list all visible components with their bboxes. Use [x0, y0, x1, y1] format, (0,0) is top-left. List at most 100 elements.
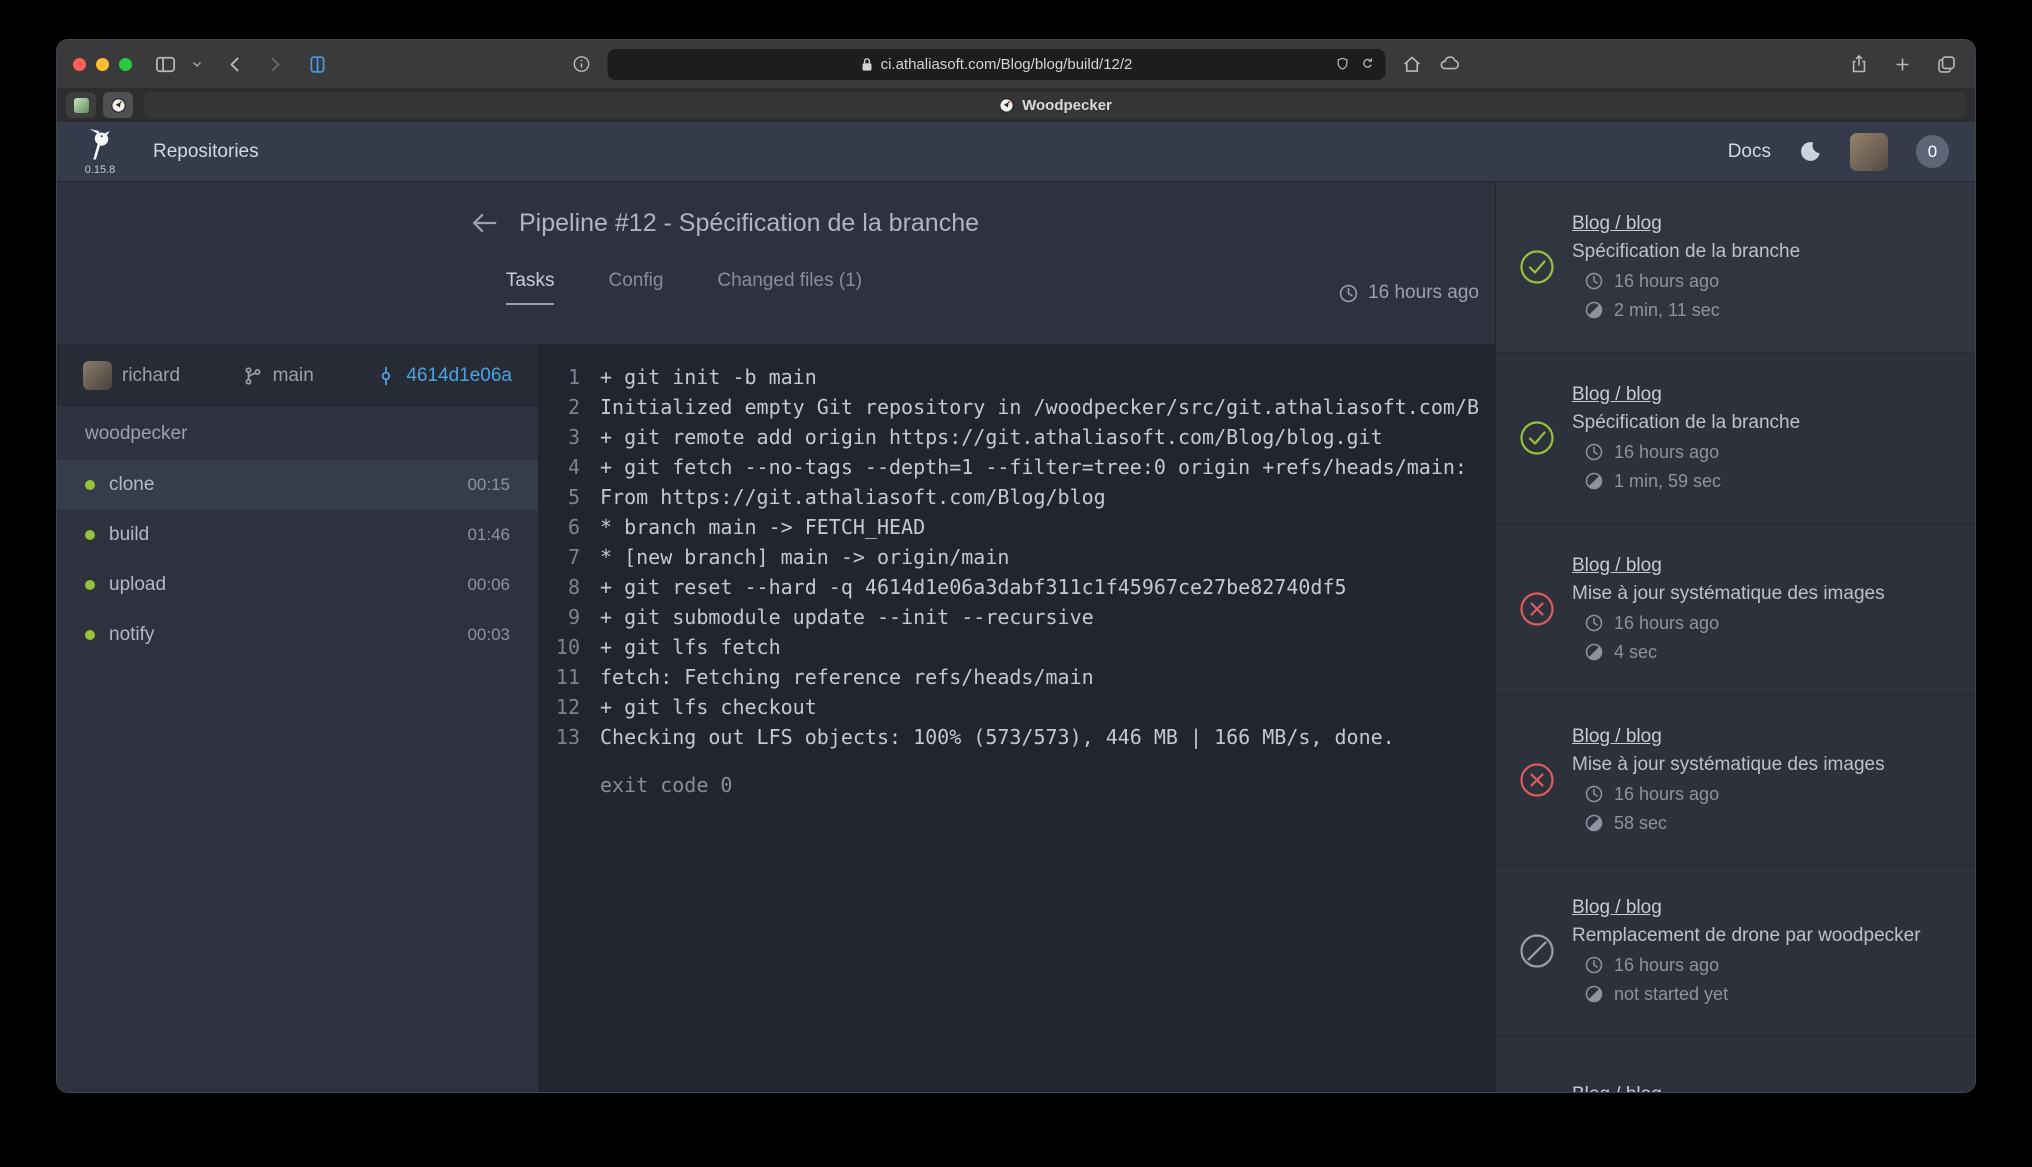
step-duration: 00:15: [467, 475, 510, 495]
pipeline-step[interactable]: clone 00:15: [57, 460, 538, 510]
build-list-item[interactable]: Blog / blog Remplacement de drone par wo…: [1496, 866, 1975, 1037]
pinned-tab-1[interactable]: [66, 92, 96, 118]
build-list-item[interactable]: Blog / blog: [1496, 1037, 1975, 1092]
commit-icon: [376, 366, 396, 386]
reload-icon[interactable]: [1360, 56, 1376, 72]
build-duration-row: 4 sec: [1584, 640, 1953, 664]
commit-link[interactable]: 4614d1e06a: [376, 365, 512, 387]
user-avatar[interactable]: [1850, 133, 1888, 171]
log-line-number: 5: [538, 482, 580, 512]
forward-icon[interactable]: [264, 54, 285, 75]
privacy-shield-icon[interactable]: [1335, 56, 1351, 72]
close-window-button[interactable]: [73, 58, 86, 71]
nav-repositories-link[interactable]: Repositories: [153, 141, 259, 163]
build-message: Remplacement de drone par woodpecker: [1572, 924, 1953, 948]
log-line-number: 7: [538, 542, 580, 572]
address-bar[interactable]: ci.athaliasoft.com/Blog/blog/build/12/2: [608, 49, 1386, 80]
dark-mode-toggle-icon[interactable]: [1799, 140, 1822, 163]
step-duration: 00:06: [467, 575, 510, 595]
share-icon[interactable]: [1849, 53, 1869, 75]
build-repo-link[interactable]: Blog / blog: [1572, 383, 1662, 407]
pipeline-tab[interactable]: Changed files (1): [717, 270, 862, 305]
build-repo-link[interactable]: Blog / blog: [1572, 725, 1662, 749]
pipeline-step[interactable]: notify 00:03: [57, 610, 538, 660]
log-line-number: 12: [538, 692, 580, 722]
author-name: richard: [122, 365, 180, 387]
build-list-item[interactable]: Blog / blog Spécification de la branche …: [1496, 182, 1975, 353]
clock-icon: [1338, 283, 1359, 304]
build-status-icon: [1518, 761, 1556, 799]
log-line: 13 Checking out LFS objects: 100% (573/5…: [538, 722, 1495, 752]
log-line-number: 9: [538, 602, 580, 632]
info-icon[interactable]: [572, 54, 592, 74]
pipeline-step[interactable]: build 01:46: [57, 510, 538, 560]
sidebar-toggle-icon[interactable]: [154, 53, 177, 76]
branch-name: main: [273, 365, 314, 387]
pipeline-tab[interactable]: Tasks: [506, 270, 555, 305]
pipeline-main: Pipeline #12 - Spécification de la branc…: [57, 182, 1495, 1092]
tab-bar: Woodpecker: [57, 88, 1975, 122]
build-list-item[interactable]: Blog / blog Spécification de la branche …: [1496, 353, 1975, 524]
minimize-window-button[interactable]: [96, 58, 109, 71]
woodpecker-logo[interactable]: 0.15.8: [83, 128, 117, 176]
new-tab-icon[interactable]: [1893, 55, 1912, 74]
home-icon[interactable]: [1402, 54, 1423, 75]
build-status-icon: [1518, 590, 1556, 628]
log-line-text: From https://git.athaliasoft.com/Blog/bl…: [580, 482, 1106, 512]
log-panel[interactable]: 1 + git init -b main 2 Initialized empty…: [538, 344, 1495, 1092]
chevron-down-icon[interactable]: [191, 58, 203, 70]
counter-badge[interactable]: 0: [1916, 135, 1949, 168]
log-line: 4 + git fetch --no-tags --depth=1 --filt…: [538, 452, 1495, 482]
build-repo-link[interactable]: Blog / blog: [1572, 896, 1662, 920]
log-line-number: 4: [538, 452, 580, 482]
woodpecker-favicon: [110, 97, 127, 114]
nav-docs-link[interactable]: Docs: [1728, 141, 1771, 163]
pipeline-title: Pipeline #12 - Spécification de la branc…: [519, 209, 979, 238]
build-duration: 4 sec: [1614, 640, 1657, 664]
commit-author: richard: [83, 361, 180, 390]
pinned-tab-2[interactable]: [103, 92, 133, 118]
build-time: 16 hours ago: [1614, 782, 1719, 806]
finished-time-text: 16 hours ago: [1368, 282, 1479, 304]
build-message: Mise à jour systématique des images: [1572, 582, 1953, 606]
pipeline-tabs: Tasks Config Changed files (1): [56, 270, 1403, 305]
step-success-dot: [85, 530, 95, 540]
log-line: 12 + git lfs checkout: [538, 692, 1495, 722]
woodpecker-favicon: [998, 97, 1015, 114]
build-repo-link[interactable]: Blog / blog: [1572, 554, 1662, 578]
log-line: 10 + git lfs fetch: [538, 632, 1495, 662]
builds-sidebar[interactable]: Blog / blog Spécification de la branche …: [1495, 182, 1975, 1092]
build-repo-link[interactable]: Blog / blog: [1572, 1083, 1662, 1092]
start-page-icon[interactable]: [307, 53, 328, 76]
build-list-item[interactable]: Blog / blog Mise à jour systématique des…: [1496, 695, 1975, 866]
build-list-item[interactable]: Blog / blog Mise à jour systématique des…: [1496, 524, 1975, 695]
clock-icon: [1584, 442, 1604, 462]
build-message: Mise à jour systématique des images: [1572, 753, 1953, 777]
build-time: 16 hours ago: [1614, 953, 1719, 977]
back-icon[interactable]: [225, 54, 246, 75]
back-button[interactable]: [469, 208, 499, 238]
build-repo-link[interactable]: Blog / blog: [1572, 212, 1662, 236]
build-status-icon: [1518, 248, 1556, 286]
commit-meta-row: richard main 4614d1e06a: [57, 344, 538, 408]
log-line-text: + git lfs fetch: [580, 632, 781, 662]
window-controls: [73, 58, 132, 71]
author-avatar: [83, 361, 112, 390]
branch-icon: [243, 366, 263, 386]
log-line: 6 * branch main -> FETCH_HEAD: [538, 512, 1495, 542]
step-duration: 01:46: [467, 525, 510, 545]
build-duration: 1 min, 59 sec: [1614, 469, 1721, 493]
step-name: clone: [109, 474, 453, 496]
active-tab[interactable]: Woodpecker: [144, 92, 1966, 119]
cloud-tabs-icon[interactable]: [1439, 53, 1461, 75]
pipeline-finished-time: 16 hours ago: [1338, 282, 1479, 304]
pipeline-tab[interactable]: Config: [608, 270, 663, 305]
zoom-window-button[interactable]: [119, 58, 132, 71]
pipeline-header: Pipeline #12 - Spécification de la branc…: [57, 182, 1495, 344]
pipeline-step[interactable]: upload 00:06: [57, 560, 538, 610]
step-name: notify: [109, 624, 453, 646]
tab-overview-icon[interactable]: [1936, 54, 1957, 75]
log-line-text: * branch main -> FETCH_HEAD: [580, 512, 925, 542]
duration-icon: [1584, 813, 1604, 833]
pinned-tab-favicon: [74, 98, 89, 113]
